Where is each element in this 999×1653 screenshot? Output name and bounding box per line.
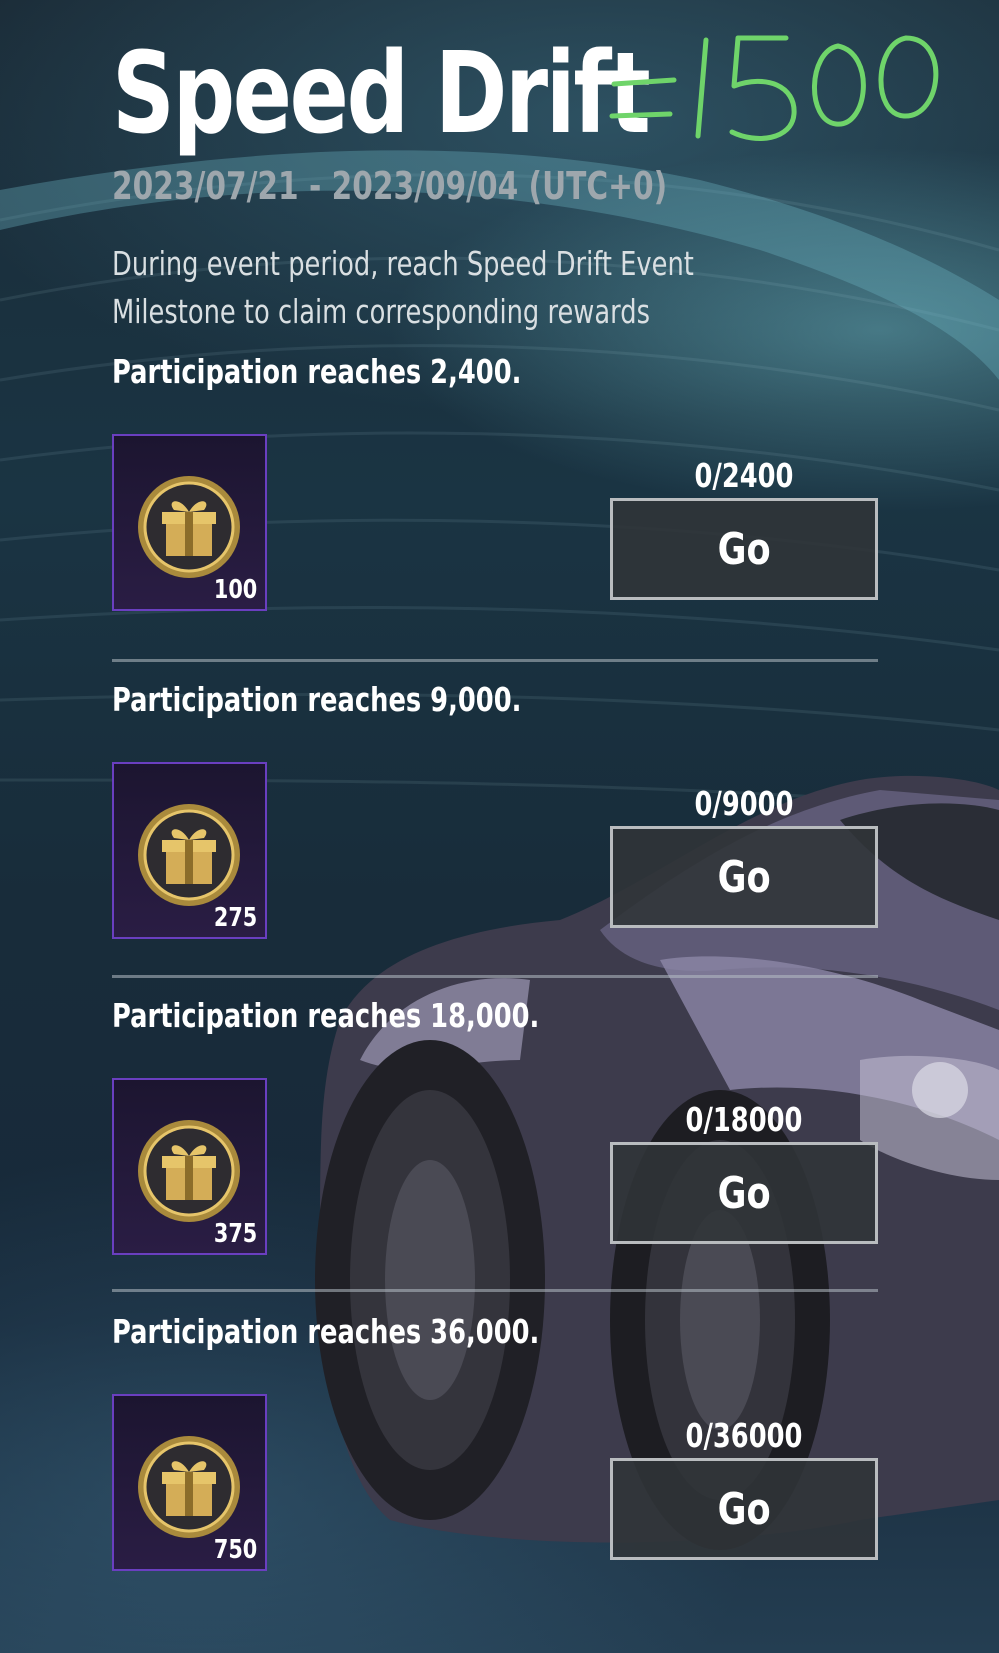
divider [112,1289,878,1292]
event-dates: 2023/07/21 - 2023/09/04 (UTC+0) [112,164,668,208]
milestone-label: Participation reaches 36,000. [112,1312,540,1351]
reward-amount: 275 [213,903,257,933]
go-button[interactable]: Go [610,498,878,600]
go-button-label: Go [717,523,771,575]
gift-coin-icon [138,1120,240,1222]
handwritten-annotation [609,35,939,141]
go-button[interactable]: Go [610,1142,878,1244]
divider [112,975,878,978]
go-button-label: Go [717,1167,771,1219]
reward-item[interactable]: 100 [112,434,267,611]
reward-amount: 100 [213,575,257,605]
go-button[interactable]: Go [610,1458,878,1560]
reward-item[interactable]: 275 [112,762,267,939]
event-title: Speed Drift [112,29,651,159]
gift-coin-icon [138,804,240,906]
progress-text: 0/18000 [685,1100,803,1139]
reward-amount: 750 [213,1535,257,1565]
description-line: Milestone to claim corresponding rewards [112,292,651,331]
description-line: During event period, reach Speed Drift E… [112,244,694,283]
go-button-label: Go [717,1483,771,1535]
progress-text: 0/9000 [694,784,794,823]
go-button[interactable]: Go [610,826,878,928]
gift-coin-icon [138,1436,240,1538]
milestone-label: Participation reaches 2,400. [112,352,522,391]
event-description: During event period, reach Speed Drift E… [112,240,694,336]
progress-text: 0/36000 [685,1416,803,1455]
reward-amount: 375 [213,1219,257,1249]
divider [112,659,878,662]
gift-coin-icon [138,476,240,578]
milestone-label: Participation reaches 18,000. [112,996,540,1035]
reward-item[interactable]: 750 [112,1394,267,1571]
progress-text: 0/2400 [694,456,794,495]
reward-item[interactable]: 375 [112,1078,267,1255]
go-button-label: Go [717,851,771,903]
milestone-label: Participation reaches 9,000. [112,680,522,719]
